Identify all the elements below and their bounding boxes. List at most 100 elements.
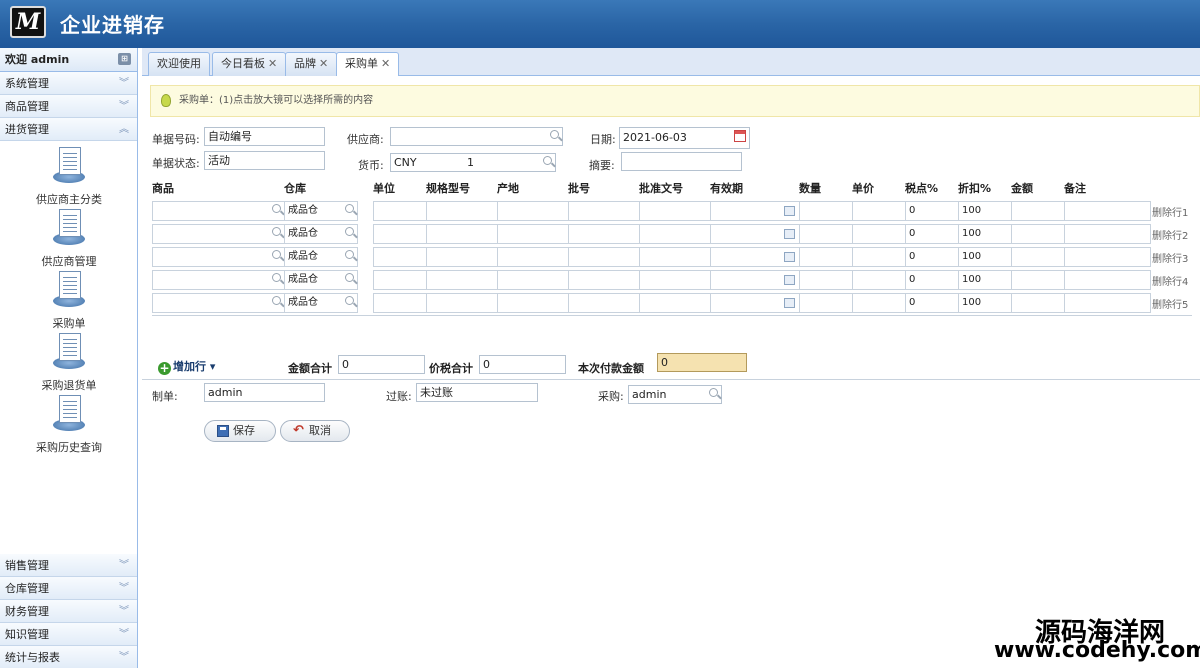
batch-cell[interactable]: [568, 201, 640, 221]
magnifier-icon[interactable]: [345, 227, 354, 236]
discount-cell[interactable]: 100: [958, 224, 1012, 244]
price-cell[interactable]: [852, 201, 906, 221]
summary-field[interactable]: [621, 152, 742, 171]
sidebar-section-purchasing[interactable]: 进货管理 ︽: [0, 118, 137, 141]
doc-no-field[interactable]: 自动编号: [204, 127, 325, 146]
sidebar-section-products[interactable]: 商品管理 ︾: [0, 95, 137, 118]
tab-purchase-order[interactable]: 采购单 ✕: [336, 52, 400, 77]
price-cell[interactable]: [852, 224, 906, 244]
magnifier-icon[interactable]: [345, 273, 354, 282]
origin-cell[interactable]: [497, 247, 569, 267]
quantity-cell[interactable]: [799, 224, 853, 244]
sidebar-item-supplier-category[interactable]: 供应商主分类: [0, 141, 138, 206]
magnifier-icon[interactable]: [272, 204, 281, 213]
tax-total-field[interactable]: 0: [479, 355, 566, 374]
unit-cell[interactable]: [373, 293, 427, 313]
remark-cell[interactable]: [1064, 201, 1151, 221]
origin-cell[interactable]: [497, 270, 569, 290]
delete-row-link[interactable]: 删除行5: [1152, 296, 1188, 311]
delete-row-link[interactable]: 删除行4: [1152, 273, 1188, 288]
amount-total-field[interactable]: 0: [338, 355, 425, 374]
quantity-cell[interactable]: [799, 247, 853, 267]
approval-cell[interactable]: [639, 224, 711, 244]
amount-cell[interactable]: [1011, 247, 1065, 267]
product-cell[interactable]: [152, 270, 285, 290]
date-field[interactable]: 2021-06-03: [619, 127, 750, 149]
product-cell[interactable]: [152, 293, 285, 313]
quantity-cell[interactable]: [799, 270, 853, 290]
close-icon[interactable]: ✕: [381, 57, 390, 70]
discount-cell[interactable]: 100: [958, 270, 1012, 290]
expiry-cell[interactable]: [710, 224, 800, 244]
warehouse-cell[interactable]: 成品仓: [284, 293, 358, 313]
magnifier-icon[interactable]: [272, 250, 281, 259]
spec-cell[interactable]: [426, 224, 498, 244]
price-cell[interactable]: [852, 293, 906, 313]
approval-cell[interactable]: [639, 293, 711, 313]
amount-cell[interactable]: [1011, 293, 1065, 313]
magnifier-icon[interactable]: [272, 296, 281, 305]
tab-brand[interactable]: 品牌 ✕: [285, 52, 338, 76]
remark-cell[interactable]: [1064, 270, 1151, 290]
expiry-cell[interactable]: [710, 293, 800, 313]
delete-row-link[interactable]: 删除行3: [1152, 250, 1188, 265]
sidebar-section-sales[interactable]: 销售管理 ︾: [0, 554, 137, 577]
delete-row-link[interactable]: 删除行1: [1152, 204, 1188, 219]
delete-row-link[interactable]: 删除行2: [1152, 227, 1188, 242]
unit-cell[interactable]: [373, 247, 427, 267]
status-field[interactable]: 活动: [204, 151, 325, 170]
buyer-field[interactable]: admin: [628, 385, 722, 404]
calendar-icon[interactable]: [734, 130, 746, 142]
amount-cell[interactable]: [1011, 201, 1065, 221]
magnifier-icon[interactable]: [272, 273, 281, 282]
close-icon[interactable]: ✕: [319, 57, 328, 70]
magnifier-icon[interactable]: [272, 227, 281, 236]
sidebar-section-reports[interactable]: 统计与报表 ︾: [0, 646, 137, 668]
spec-cell[interactable]: [426, 270, 498, 290]
sidebar-section-finance[interactable]: 财务管理 ︾: [0, 600, 137, 623]
price-cell[interactable]: [852, 270, 906, 290]
expiry-cell[interactable]: [710, 201, 800, 221]
batch-cell[interactable]: [568, 247, 640, 267]
amount-cell[interactable]: [1011, 270, 1065, 290]
tax-cell[interactable]: 0: [905, 247, 959, 267]
price-cell[interactable]: [852, 247, 906, 267]
sidebar-section-warehouse[interactable]: 仓库管理 ︾: [0, 577, 137, 600]
posting-field[interactable]: 未过账: [416, 383, 538, 402]
tab-welcome[interactable]: 欢迎使用: [148, 52, 210, 76]
sidebar-item-purchase-history[interactable]: 采购历史查询: [0, 389, 138, 454]
warehouse-cell[interactable]: 成品仓: [284, 201, 358, 221]
quantity-cell[interactable]: [799, 293, 853, 313]
origin-cell[interactable]: [497, 293, 569, 313]
discount-cell[interactable]: 100: [958, 293, 1012, 313]
magnifier-icon[interactable]: [345, 250, 354, 259]
unit-cell[interactable]: [373, 224, 427, 244]
magnifier-icon[interactable]: [543, 156, 552, 165]
batch-cell[interactable]: [568, 293, 640, 313]
batch-cell[interactable]: [568, 224, 640, 244]
save-button[interactable]: 保存: [204, 420, 276, 442]
warehouse-cell[interactable]: 成品仓: [284, 247, 358, 267]
sidebar-item-supplier-management[interactable]: 供应商管理: [0, 203, 138, 268]
payment-field[interactable]: 0: [657, 353, 747, 372]
remark-cell[interactable]: [1064, 247, 1151, 267]
origin-cell[interactable]: [497, 224, 569, 244]
calendar-icon[interactable]: [784, 229, 795, 239]
calendar-icon[interactable]: [784, 298, 795, 308]
approval-cell[interactable]: [639, 270, 711, 290]
discount-cell[interactable]: 100: [958, 247, 1012, 267]
batch-cell[interactable]: [568, 270, 640, 290]
tax-cell[interactable]: 0: [905, 270, 959, 290]
tax-cell[interactable]: 0: [905, 224, 959, 244]
tax-cell[interactable]: 0: [905, 293, 959, 313]
tax-cell[interactable]: 0: [905, 201, 959, 221]
approval-cell[interactable]: [639, 201, 711, 221]
expiry-cell[interactable]: [710, 270, 800, 290]
magnifier-icon[interactable]: [345, 296, 354, 305]
currency-field[interactable]: CNY 1: [390, 153, 556, 172]
warehouse-cell[interactable]: 成品仓: [284, 270, 358, 290]
unit-cell[interactable]: [373, 270, 427, 290]
cancel-button[interactable]: ↶ 取消: [280, 420, 350, 442]
magnifier-icon[interactable]: [550, 130, 559, 139]
sidebar-section-system[interactable]: 系统管理 ︾: [0, 72, 137, 95]
